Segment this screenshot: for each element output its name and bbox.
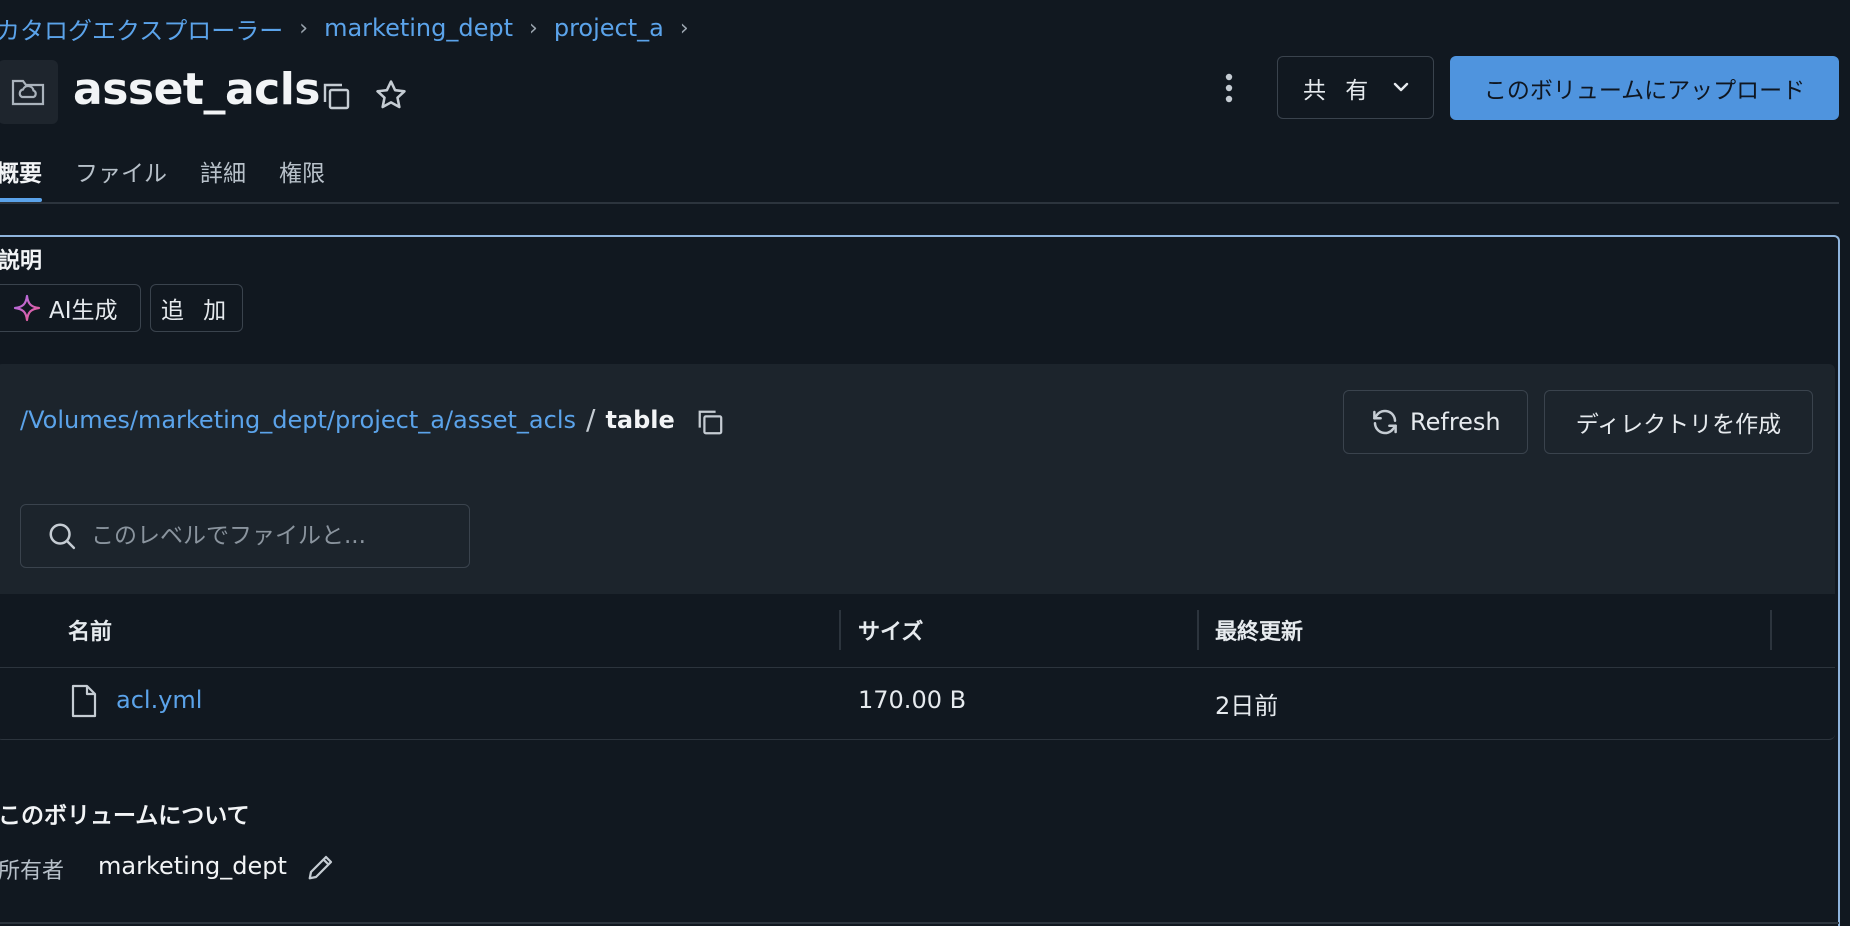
tab-overview[interactable]: 概要: [0, 150, 42, 202]
refresh-label: Refresh: [1410, 408, 1501, 436]
breadcrumb-schema[interactable]: project_a: [554, 14, 664, 42]
description-label: 説明: [0, 249, 43, 274]
breadcrumb-catalog-explorer[interactable]: カタログエクスプローラー: [0, 11, 283, 46]
about-volume-heading: このボリュームについて: [0, 803, 250, 829]
search-icon: [49, 523, 76, 550]
tabs-divider: [0, 202, 1839, 204]
copy-path-icon[interactable]: [694, 405, 726, 439]
breadcrumb: カタログエクスプローラー › marketing_dept › project_…: [0, 10, 705, 46]
column-header-size[interactable]: サイズ: [858, 614, 923, 646]
refresh-icon: [1373, 409, 1397, 435]
star-icon[interactable]: [372, 76, 410, 114]
column-divider[interactable]: [839, 610, 841, 650]
search-field[interactable]: [20, 504, 470, 568]
section-divider: [0, 922, 1839, 924]
breadcrumb-separator: ›: [529, 15, 538, 41]
sparkle-icon: [13, 294, 41, 322]
upload-to-volume-button[interactable]: このボリュームにアップロード: [1450, 56, 1839, 120]
owner-value: marketing_dept: [98, 852, 287, 880]
file-last-modified: 2日前: [1215, 692, 1279, 720]
ai-generate-button[interactable]: AI生成: [0, 284, 141, 332]
path-separator: /: [586, 403, 596, 436]
breadcrumb-separator: ›: [679, 15, 689, 41]
tab-files[interactable]: ファイル: [75, 150, 167, 202]
column-divider[interactable]: [1197, 610, 1199, 650]
create-directory-button[interactable]: ディレクトリを作成: [1544, 390, 1813, 454]
volume-path: /Volumes/marketing_dept/project_a/asset_…: [20, 403, 675, 436]
tab-permissions[interactable]: 権限: [279, 150, 325, 202]
add-description-button[interactable]: 追 加: [150, 284, 243, 332]
column-divider[interactable]: [1770, 610, 1772, 650]
column-header-name[interactable]: 名前: [68, 614, 112, 646]
kebab-menu-icon[interactable]: [1212, 70, 1246, 106]
chevron-down-icon: [1393, 82, 1409, 92]
copy-icon[interactable]: [318, 78, 354, 114]
file-name-link[interactable]: acl.yml: [116, 686, 202, 714]
breadcrumb-separator: ›: [299, 15, 309, 41]
column-header-last-modified[interactable]: 最終更新: [1215, 614, 1303, 646]
ai-generate-label: AI生成: [49, 298, 118, 324]
tab-bar: 概要 ファイル 詳細 権限: [0, 150, 358, 204]
owner-label: 所有者: [0, 859, 65, 884]
share-button[interactable]: 共 有: [1277, 56, 1434, 119]
volume-icon: [0, 60, 58, 124]
share-button-label: 共 有: [1303, 77, 1375, 104]
file-icon: [70, 684, 98, 718]
page-title: asset_acls: [73, 64, 321, 115]
current-directory: table: [605, 405, 675, 434]
refresh-button[interactable]: Refresh: [1343, 390, 1528, 454]
tab-details[interactable]: 詳細: [200, 150, 246, 202]
file-size: 170.00 B: [858, 686, 967, 714]
pencil-icon[interactable]: [305, 850, 337, 884]
search-input[interactable]: [91, 523, 451, 549]
breadcrumb-catalog[interactable]: marketing_dept: [324, 14, 513, 42]
path-link[interactable]: /Volumes/marketing_dept/project_a/asset_…: [20, 406, 576, 434]
